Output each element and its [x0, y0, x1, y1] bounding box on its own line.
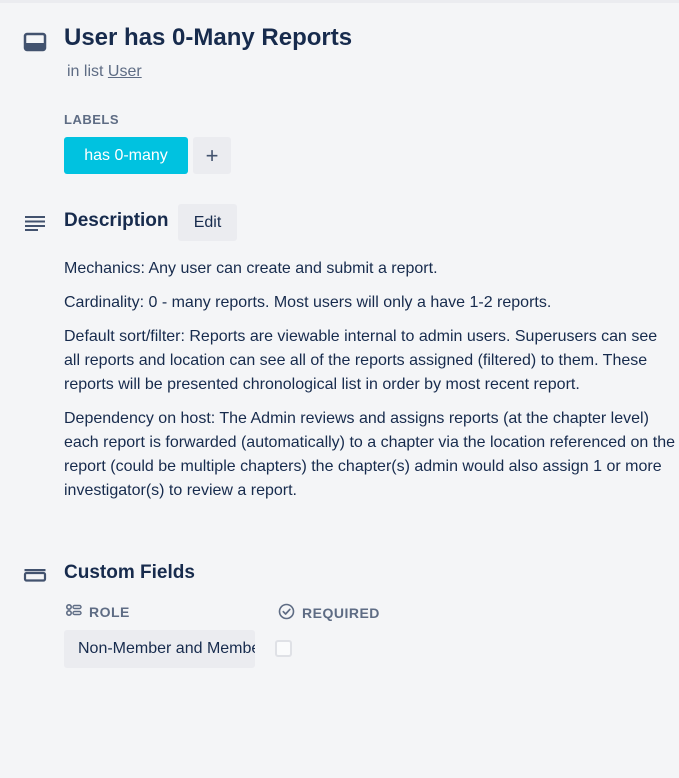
check-circle-icon — [278, 603, 295, 623]
required-label: REQUIRED — [302, 605, 380, 621]
custom-fields-heading: Custom Fields — [64, 562, 195, 583]
in-list-prefix: in list — [67, 63, 104, 80]
description-paragraph: Mechanics: Any user can create and submi… — [64, 260, 438, 277]
edit-description-button[interactable]: Edit — [178, 204, 237, 241]
role-label: ROLE — [89, 603, 130, 620]
labels-heading: LABELS — [64, 112, 119, 127]
role-header: ROLE — [65, 603, 130, 620]
description-paragraph: Default sort/filter: Reports are viewabl… — [64, 328, 658, 393]
dropdown-list-icon — [65, 603, 82, 620]
list-link[interactable]: User — [108, 63, 142, 80]
role-dropdown[interactable]: Non-Member and Member — [64, 630, 255, 668]
custom-fields-icon — [22, 562, 48, 588]
card-title[interactable]: User has 0-Many Reports — [64, 24, 352, 52]
required-header: REQUIRED — [278, 603, 380, 623]
plus-icon: + — [205, 142, 219, 168]
description-paragraph: Dependency on host: The Admin reviews an… — [64, 410, 675, 499]
label-chip[interactable]: has 0-many — [64, 137, 188, 174]
description-body[interactable]: Mechanics: Any user can create and submi… — [64, 257, 676, 513]
description-lines-icon — [22, 210, 48, 236]
add-label-button[interactable]: + — [193, 137, 231, 174]
top-divider — [0, 0, 679, 3]
description-heading: Description — [64, 210, 169, 231]
card-icon — [22, 29, 48, 55]
role-value: Non-Member and Member — [78, 640, 255, 657]
required-checkbox[interactable] — [275, 640, 292, 657]
description-paragraph: Cardinality: 0 - many reports. Most user… — [64, 294, 552, 311]
list-reference: in list User — [67, 63, 142, 81]
